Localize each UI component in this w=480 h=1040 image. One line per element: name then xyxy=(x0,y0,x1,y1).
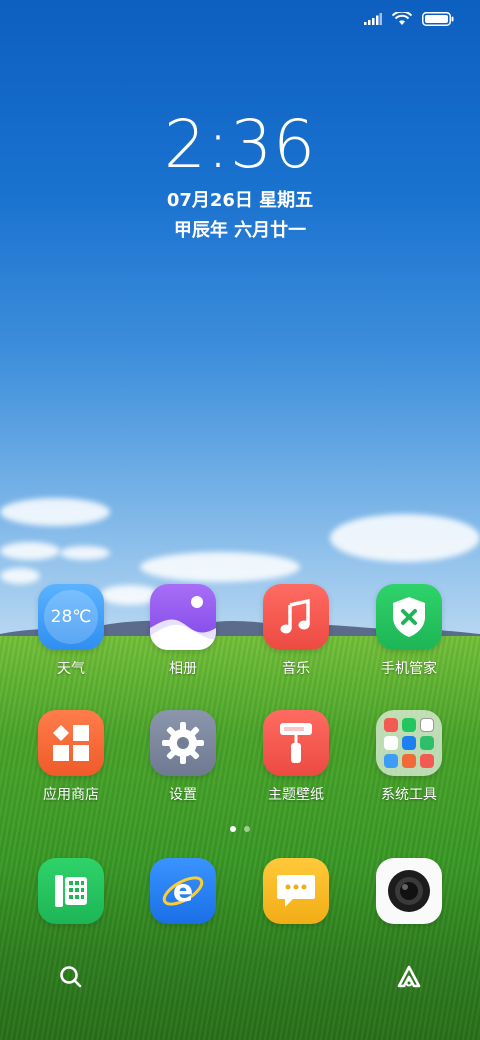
search-icon[interactable] xyxy=(56,962,86,992)
lunar-date: 甲辰年 六月廿一 xyxy=(173,220,307,241)
cloud xyxy=(140,552,300,582)
app-label: 主题壁纸 xyxy=(268,787,324,803)
app-label: 应用商店 xyxy=(43,787,99,803)
assistant-icon[interactable] xyxy=(394,962,424,992)
phone-keypad-icon xyxy=(55,875,87,907)
mini-recorder-icon xyxy=(384,718,398,732)
phone-icon xyxy=(38,858,104,924)
cloud xyxy=(0,542,60,560)
music-note-icon xyxy=(280,598,310,634)
dock-messages[interactable] xyxy=(241,858,351,924)
browser-e-icon: e xyxy=(162,874,204,909)
paint-roller-icon xyxy=(280,723,312,763)
page-indicator xyxy=(0,826,480,832)
app-music[interactable]: 音乐 xyxy=(241,584,351,678)
weather-temp: 28℃ xyxy=(50,607,92,627)
gear-icon xyxy=(162,722,204,764)
app-settings[interactable]: 设置 xyxy=(128,710,238,804)
dock-phone[interactable] xyxy=(16,858,126,924)
app-gallery[interactable]: 相册 xyxy=(128,584,238,678)
app-security[interactable]: 手机管家 xyxy=(354,584,464,678)
chat-bubble-icon xyxy=(277,875,315,907)
svg-text:e: e xyxy=(173,874,193,909)
page-dot-active[interactable] xyxy=(230,826,236,832)
folder-icon xyxy=(376,710,442,776)
cloud xyxy=(330,514,480,562)
app-label: 相册 xyxy=(169,661,197,677)
folder-system-tools[interactable]: 系统工具 xyxy=(354,710,464,804)
gallery-mountain-icon xyxy=(150,596,216,650)
messages-icon xyxy=(263,858,329,924)
app-store[interactable]: 应用商店 xyxy=(16,710,126,804)
mini-z-icon xyxy=(384,754,398,768)
app-label: 手机管家 xyxy=(381,661,437,677)
app-label: 系统工具 xyxy=(381,787,437,803)
dock-camera[interactable] xyxy=(354,858,464,924)
mini-calc-icon xyxy=(402,718,416,732)
mini-chat-icon xyxy=(420,736,434,750)
wifi-icon xyxy=(392,12,412,25)
weather-icon: 28℃ xyxy=(38,584,104,650)
store-icon xyxy=(38,710,104,776)
status-bar xyxy=(364,12,454,26)
clock-time[interactable]: 2:36 xyxy=(0,106,480,183)
mini-heart-icon xyxy=(420,754,434,768)
folder-mini-grid xyxy=(384,718,434,768)
app-label: 设置 xyxy=(169,787,197,803)
camera-icon xyxy=(376,858,442,924)
security-icon xyxy=(376,584,442,650)
mini-scanner-icon xyxy=(420,718,434,732)
cloud xyxy=(60,546,110,560)
app-label: 天气 xyxy=(57,661,85,677)
camera-lens-icon xyxy=(388,870,430,912)
music-icon xyxy=(263,584,329,650)
signal-icon xyxy=(364,13,382,25)
app-themes[interactable]: 主题壁纸 xyxy=(241,710,351,804)
clock-date: 07月26日 星期五 xyxy=(166,190,314,211)
cloud xyxy=(0,568,40,584)
battery-icon xyxy=(422,12,454,26)
dock-browser[interactable]: e xyxy=(128,858,238,924)
app-label: 音乐 xyxy=(282,661,310,677)
cloud xyxy=(0,498,110,526)
shield-icon xyxy=(393,597,425,637)
store-grid-icon xyxy=(53,725,89,761)
mini-drive-icon xyxy=(384,736,398,750)
mini-mail-icon xyxy=(402,754,416,768)
page-dot[interactable] xyxy=(244,826,250,832)
app-weather[interactable]: 28℃ 天气 xyxy=(16,584,126,678)
themes-icon xyxy=(263,710,329,776)
browser-icon: e xyxy=(150,858,216,924)
mini-plane-icon xyxy=(402,736,416,750)
gallery-icon xyxy=(150,584,216,650)
settings-icon xyxy=(150,710,216,776)
